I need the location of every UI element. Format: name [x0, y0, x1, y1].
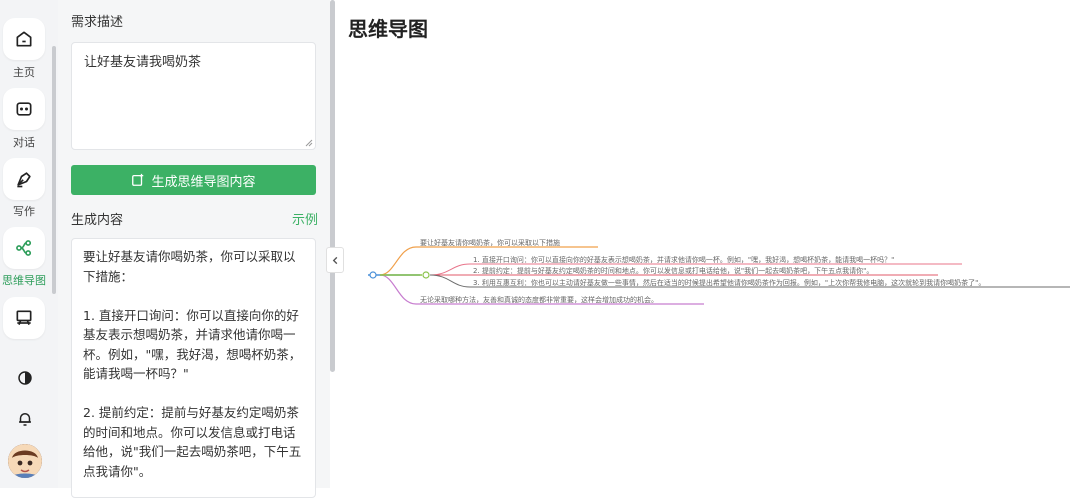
- resize-handle-icon[interactable]: [305, 139, 313, 147]
- avatar[interactable]: [8, 444, 42, 478]
- chat-icon: [16, 102, 32, 116]
- mindmap-node-text[interactable]: 2. 提前约定：提前与好基友约定喝奶茶的时间和地点。你可以发信息或打电话给他，说…: [473, 266, 873, 275]
- nav-rail: 主页 对话 写作 思维导图: [0, 0, 58, 488]
- mindmap-node-text[interactable]: 要让好基友请你喝奶茶，你可以采取以下措施: [420, 238, 560, 247]
- theme-contrast-icon[interactable]: [14, 367, 36, 389]
- example-link[interactable]: 示例: [292, 209, 318, 228]
- generate-button-label: 生成思维导图内容: [151, 174, 256, 190]
- nav-mindmap-label: 思维导图: [2, 274, 46, 287]
- result-paragraph: 2. 提前约定：提前与好基友约定喝奶茶的时间和地点。你可以发信息或打电话给他，说…: [83, 405, 302, 479]
- nav-write-label: 写作: [13, 205, 35, 218]
- page-title: 思维导图: [348, 17, 428, 41]
- requirement-text: 让好基友请我喝奶茶: [84, 55, 202, 70]
- result-textarea[interactable]: 要让好基友请你喝奶茶，你可以采取以下措施： 1. 直接开口询问：你可以直接向你的…: [71, 238, 316, 498]
- nav-chat-button[interactable]: [3, 88, 45, 130]
- mindmap-node-text[interactable]: 3. 利用互惠互利：你也可以主动请好基友做一些事情，然后在适当的时候提出希望他请…: [473, 278, 985, 287]
- nav-write-button[interactable]: [3, 158, 45, 200]
- middle-node[interactable]: [422, 271, 430, 279]
- home-icon: [16, 31, 32, 47]
- panel-scrollbar[interactable]: [330, 0, 335, 372]
- chevron-left-icon: [332, 256, 337, 264]
- result-label: 生成内容: [71, 213, 124, 228]
- nav-home-button[interactable]: [3, 18, 45, 60]
- nav-chat-label: 对话: [13, 136, 35, 149]
- pen-icon: [17, 172, 31, 188]
- requirement-input[interactable]: 让好基友请我喝奶茶: [71, 42, 316, 150]
- mindmap-canvas[interactable]: 要让好基友请你喝奶茶，你可以采取以下措施 1. 直接开口询问：你可以直接向你的好…: [340, 225, 1080, 315]
- root-node[interactable]: [369, 271, 377, 279]
- result-paragraph: 1. 直接开口询问：你可以直接向你的好基友表示想喝奶茶，并请求他请你喝一杯。例如…: [83, 307, 302, 382]
- nav-mindmap-button[interactable]: [3, 227, 45, 269]
- bell-icon[interactable]: [14, 408, 36, 430]
- result-paragraph: 要让好基友请你喝奶茶，你可以采取以下措施：: [83, 249, 296, 284]
- mindmap-icon: [16, 240, 32, 256]
- generate-icon: [132, 173, 144, 186]
- nav-home-label: 主页: [13, 66, 35, 79]
- requirement-label: 需求描述: [71, 15, 124, 30]
- generate-mindmap-button[interactable]: 生成思维导图内容: [71, 165, 316, 195]
- nav-presentation-button[interactable]: [3, 297, 45, 339]
- mindmap-node-text[interactable]: 无论采取哪种方法，友善和真诚的态度都非常重要，这样会增加成功的机会。: [420, 295, 658, 304]
- mindmap-node-text[interactable]: 1. 直接开口询问：你可以直接向你的好基友表示想喝奶茶，并请求他请你喝一杯。例如…: [473, 255, 894, 264]
- presentation-icon: [16, 310, 32, 325]
- rail-scrollbar[interactable]: [52, 46, 56, 294]
- input-panel: 需求描述 让好基友请我喝奶茶 生成思维导图内容 生成内容 示例 要让好基友请你喝…: [58, 0, 330, 498]
